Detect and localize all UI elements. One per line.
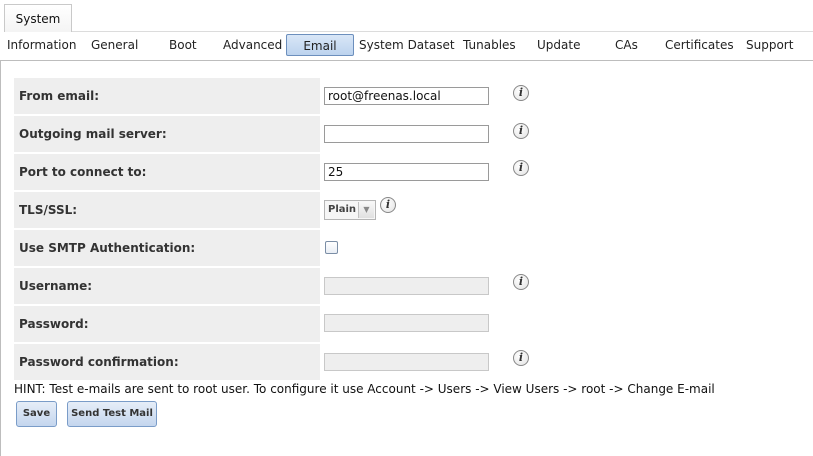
tls-ssl-label: TLS/SSL: — [14, 192, 320, 228]
from-email-label: From email: — [14, 78, 320, 114]
row-username: Username: i — [14, 268, 574, 304]
password-label: Password: — [14, 306, 320, 342]
send-test-mail-button[interactable]: Send Test Mail — [67, 401, 157, 427]
system-subtabs: Information General Boot Advanced Email … — [0, 32, 813, 60]
tab-support[interactable]: Support — [746, 34, 793, 56]
tab-system-dataset[interactable]: System Dataset — [359, 34, 455, 56]
username-field[interactable] — [324, 277, 489, 295]
tab-advanced[interactable]: Advanced — [223, 34, 282, 56]
tab-system[interactable]: System — [4, 4, 72, 32]
smtp-auth-checkbox[interactable] — [325, 241, 338, 254]
info-icon[interactable]: i — [513, 350, 529, 366]
tls-ssl-selected-value: Plain — [328, 204, 357, 215]
smtp-auth-label: Use SMTP Authentication: — [14, 230, 320, 266]
hint-text: HINT: Test e-mails are sent to root user… — [14, 382, 715, 396]
from-email-field[interactable]: root@freenas.local — [324, 87, 489, 105]
tab-certificates[interactable]: Certificates — [665, 34, 734, 56]
tab-email[interactable]: Email — [286, 34, 354, 56]
info-icon[interactable]: i — [513, 123, 529, 139]
info-icon[interactable]: i — [513, 160, 529, 176]
save-button[interactable]: Save — [16, 401, 57, 427]
outgoing-mail-server-label: Outgoing mail server: — [14, 116, 320, 152]
tab-boot[interactable]: Boot — [169, 34, 197, 56]
password-confirmation-label: Password confirmation: — [14, 344, 320, 380]
info-icon[interactable]: i — [380, 197, 396, 213]
password-field[interactable] — [324, 314, 489, 332]
info-icon[interactable]: i — [513, 274, 529, 290]
password-confirmation-field[interactable] — [324, 353, 489, 371]
row-from-email: From email: root@freenas.local i — [14, 78, 574, 114]
content-left-border — [0, 60, 1, 456]
tls-ssl-select[interactable]: Plain ▼ — [324, 200, 376, 220]
info-icon[interactable]: i — [513, 85, 529, 101]
row-outgoing-mail-server: Outgoing mail server: i — [14, 116, 574, 152]
port-field[interactable]: 25 — [324, 163, 489, 181]
username-label: Username: — [14, 268, 320, 304]
tab-cas[interactable]: CAs — [615, 34, 638, 56]
chevron-down-icon[interactable]: ▼ — [358, 202, 374, 218]
subtabs-divider — [0, 60, 813, 61]
row-password: Password: — [14, 306, 574, 342]
tab-information[interactable]: Information — [7, 34, 76, 56]
row-tls-ssl: TLS/SSL: Plain ▼ i — [14, 192, 574, 228]
row-password-confirmation: Password confirmation: i — [14, 344, 574, 380]
row-smtp-auth: Use SMTP Authentication: — [14, 230, 574, 266]
row-port: Port to connect to: 25 i — [14, 154, 574, 190]
outgoing-mail-server-field[interactable] — [324, 125, 489, 143]
tab-update[interactable]: Update — [537, 34, 580, 56]
port-label: Port to connect to: — [14, 154, 320, 190]
tab-tunables[interactable]: Tunables — [463, 34, 516, 56]
tab-general[interactable]: General — [91, 34, 138, 56]
